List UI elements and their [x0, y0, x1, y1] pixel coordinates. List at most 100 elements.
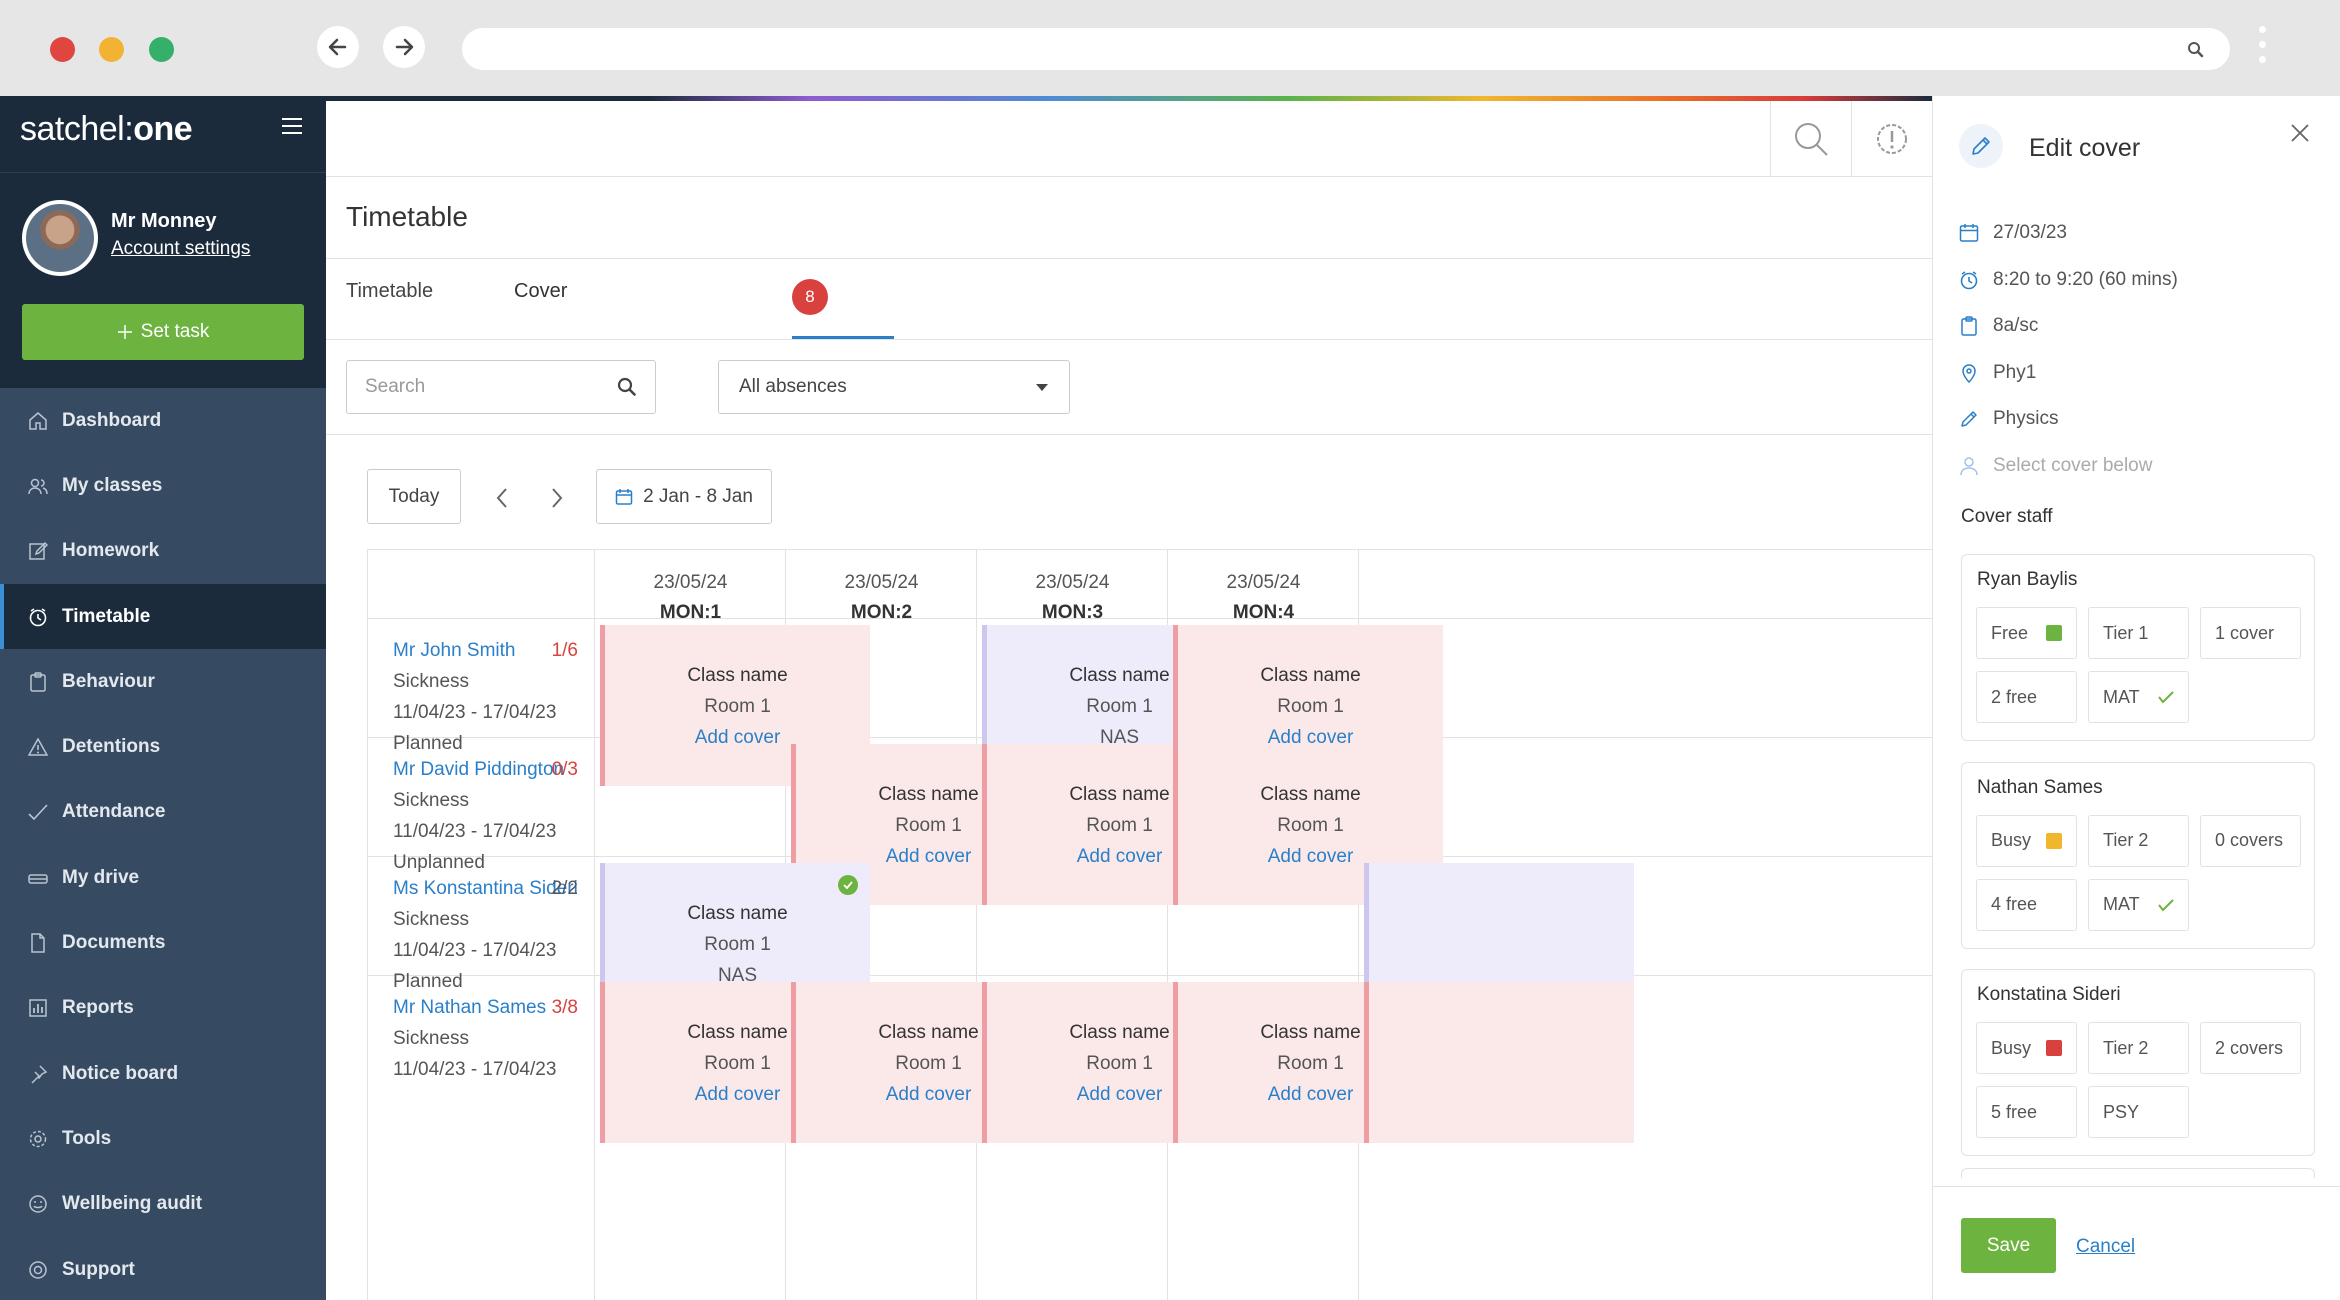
absence-reason: Sickness: [393, 1028, 470, 1049]
cover-ratio: 2/2: [551, 878, 578, 899]
divider: [326, 339, 1932, 340]
clock-icon: [1960, 270, 1978, 289]
save-button[interactable]: Save: [1961, 1218, 2056, 1273]
availability-label: Busy: [1991, 830, 2032, 850]
sidebar-item-timetable[interactable]: Timetable: [0, 583, 326, 650]
close-icon[interactable]: [2289, 122, 2311, 144]
arrow-left-icon: [328, 38, 347, 56]
covers-chip: 1 cover: [2200, 607, 2301, 659]
absence-filter-select[interactable]: All absences: [718, 360, 1070, 414]
cover-detail-row: 8:20 to 9:20 (60 mins): [1959, 269, 2178, 291]
free-periods-chip: 4 free: [1976, 878, 2077, 931]
check-circle-icon: [838, 875, 858, 895]
period-date: 23/05/24: [1035, 572, 1110, 593]
sidebar-item-notice-board[interactable]: Notice board: [0, 1041, 326, 1106]
tier-label: Tier 2: [2103, 1037, 2149, 1058]
sidebar-header: satchel:one Mr Monney Account settings S…: [0, 96, 326, 388]
class-name: Class name: [687, 903, 788, 924]
browser-chrome: [0, 0, 2340, 96]
staff-card[interactable]: Ryan Baylis Free Tier 1 1 cover 2 free MAT: [1961, 554, 2315, 741]
calendar-icon: [2046, 625, 2062, 641]
room: Room 1: [704, 696, 771, 717]
availability-label: Busy: [1991, 1037, 2032, 1058]
availability-chip: Busy: [1976, 1022, 2077, 1074]
search-input[interactable]: Search: [346, 360, 656, 414]
calendar-icon: [2046, 832, 2062, 849]
brand-logo[interactable]: satchel:one: [20, 110, 193, 149]
sidebar-item-label: Homework: [62, 540, 160, 562]
staff-card[interactable]: Nathan Sames Busy Tier 2 0 covers 4 free MAT: [1961, 761, 2315, 949]
cover-detail-row: Physics: [1959, 408, 2058, 430]
staff-name: Ryan Baylis: [1977, 569, 2078, 590]
cover-detail-row: 8a/sc: [1959, 315, 2038, 337]
absence-dates: 11/04/23 - 17/04/23: [393, 1059, 557, 1080]
teacher-name-link[interactable]: Mr Nathan Sames: [393, 992, 578, 1023]
sidebar-item-support[interactable]: Support: [0, 1237, 326, 1300]
availability-chip: Free: [1976, 607, 2077, 659]
tab-cover[interactable]: Cover: [514, 280, 567, 303]
absence-reason: Sickness: [393, 671, 470, 692]
sidebar-item-documents[interactable]: Documents: [0, 910, 326, 975]
sidebar-item-attendance[interactable]: Attendance: [0, 780, 326, 845]
teacher-name-link[interactable]: Mr John Smith: [393, 635, 578, 666]
sidebar-item-label: Attendance: [62, 801, 166, 823]
chevron-left-icon[interactable]: [494, 486, 510, 510]
free-periods-label: 5 free: [1991, 1101, 2038, 1122]
pencil-icon: [1972, 137, 1990, 155]
cover-detail-text: 8a/sc: [1993, 315, 2039, 336]
covers-label: 0 covers: [2215, 830, 2284, 850]
absence-dates: 11/04/23 - 17/04/23: [393, 702, 557, 723]
maximize-window-dot[interactable]: [149, 37, 174, 62]
covers-label: 1 cover: [2215, 622, 2275, 643]
global-search-button[interactable]: [1770, 101, 1850, 177]
edit-icon-circle: [1959, 124, 2003, 168]
covers-chip: 0 covers: [2200, 814, 2301, 867]
avatar[interactable]: [22, 200, 98, 276]
tab-timetable[interactable]: Timetable: [346, 280, 433, 303]
teacher-name-link[interactable]: Ms Konstantina Sideri: [393, 873, 578, 904]
set-task-label: Set task: [140, 321, 210, 342]
cover-detail-text: 8:20 to 9:20 (60 mins): [1993, 268, 2178, 290]
date-range-button[interactable]: 2 Jan - 8 Jan: [596, 469, 772, 524]
lesson-card-partial[interactable]: [1364, 982, 1634, 1143]
calendar-icon: [2046, 1040, 2062, 1056]
absent-teacher: Ms Konstantina Sideri 2/2 Sickness 11/04/23…: [393, 873, 578, 997]
sidebar-item-dashboard[interactable]: Dashboard: [0, 388, 326, 453]
chevron-right-icon[interactable]: [549, 486, 565, 510]
sidebar-item-my-drive[interactable]: My drive: [0, 845, 326, 910]
absent-teacher: Mr Nathan Sames 3/8 Sickness 11/04/23 - 17/…: [393, 992, 578, 1085]
sidebar-item-reports[interactable]: Reports: [0, 976, 326, 1041]
user-name: Mr Monney: [111, 210, 217, 232]
sidebar-item-my-classes[interactable]: My classes: [0, 453, 326, 518]
menu-icon[interactable]: [282, 118, 302, 139]
account-settings-link[interactable]: Account settings: [111, 238, 250, 260]
sidebar-item-homework[interactable]: Homework: [0, 519, 326, 584]
cancel-button[interactable]: Cancel: [2076, 1236, 2135, 1258]
close-window-dot[interactable]: [50, 37, 75, 62]
sidebar-item-wellbeing-audit[interactable]: Wellbeing audit: [0, 1172, 326, 1237]
today-button[interactable]: Today: [367, 469, 461, 524]
smile-icon: [29, 1195, 47, 1213]
alerts-button[interactable]: [1851, 101, 1931, 177]
period-label: MON:3: [1041, 602, 1104, 623]
address-bar[interactable]: [462, 28, 2230, 70]
tier-chip: Tier 2: [2088, 1022, 2189, 1074]
browser-menu-icon[interactable]: [2258, 26, 2268, 70]
back-button[interactable]: [317, 26, 359, 68]
location-icon: [1962, 363, 1976, 383]
absence-reason: Sickness: [393, 790, 470, 811]
teacher-name-link[interactable]: Mr David Piddington: [393, 754, 578, 785]
sidebar-item-label: Behaviour: [62, 670, 155, 692]
forward-button[interactable]: [383, 26, 425, 68]
edit-cover-panel: Edit cover 27/03/23 8:20 to 9:20 (60 mins…: [1932, 96, 2340, 1300]
search-icon: [617, 377, 636, 396]
sidebar-item-behaviour[interactable]: Behaviour: [0, 649, 326, 714]
set-task-button[interactable]: Set task: [22, 304, 304, 360]
period-label: MON:4: [1232, 602, 1295, 623]
staff-name: Nathan Sames: [1977, 776, 2103, 798]
staff-card[interactable]: Konstatina Sideri Busy Tier 2 2 covers 5 fre…: [1961, 969, 2315, 1156]
minimize-window-dot[interactable]: [99, 37, 124, 62]
sidebar-item-detentions[interactable]: Detentions: [0, 714, 326, 779]
calendar-icon: [1959, 224, 1979, 242]
sidebar-item-tools[interactable]: Tools: [0, 1106, 326, 1171]
